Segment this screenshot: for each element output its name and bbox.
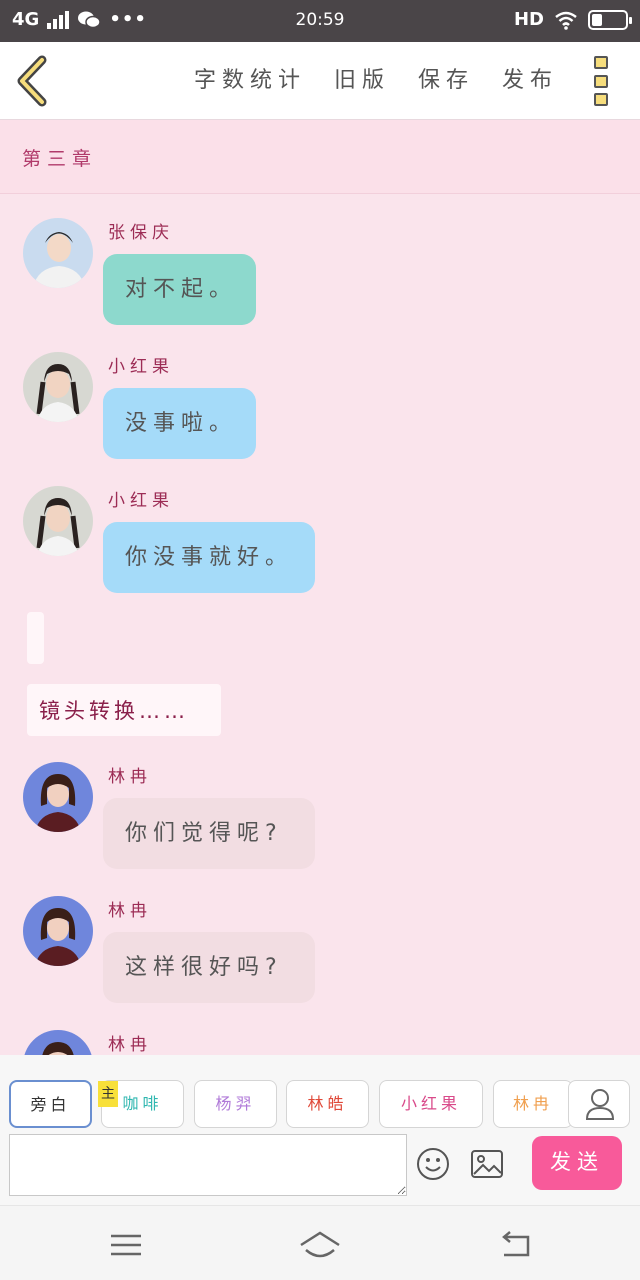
avatar[interactable] bbox=[23, 1030, 93, 1055]
character-manage-button[interactable] bbox=[568, 1080, 630, 1128]
publish-button[interactable]: 发布 bbox=[502, 62, 558, 94]
send-button[interactable]: 发送 bbox=[532, 1136, 622, 1190]
sender-name: 林冉 bbox=[108, 1035, 152, 1055]
message-bubble[interactable]: 对不起。 bbox=[103, 254, 256, 325]
character-chip-linhao[interactable]: 林皓 bbox=[286, 1080, 369, 1128]
home-icon bbox=[300, 1231, 340, 1258]
sender-name: 林冉 bbox=[108, 901, 152, 921]
message-input[interactable] bbox=[9, 1134, 407, 1196]
menu-icon bbox=[111, 1234, 141, 1256]
avatar-image bbox=[23, 218, 93, 288]
more-icon-dot bbox=[594, 74, 608, 88]
sender-name: 林冉 bbox=[108, 767, 152, 787]
avatar[interactable] bbox=[23, 352, 93, 422]
composer: 旁白 咖啡 主 杨羿 林皓 小红果 林冉 发送 bbox=[0, 1055, 640, 1205]
main-character-tag: 主 bbox=[98, 1081, 118, 1107]
system-nav-bar bbox=[0, 1205, 640, 1280]
message-bubble[interactable]: 你没事就好。 bbox=[103, 522, 315, 593]
message-bubble[interactable]: 你们觉得呢? bbox=[103, 798, 315, 869]
toolbar-actions: 字数统计 旧版 保存 发布 bbox=[194, 62, 558, 94]
status-bar: 4G ••• 20:59 HD bbox=[0, 0, 640, 42]
back-nav-button[interactable] bbox=[496, 1228, 536, 1262]
image-button[interactable] bbox=[470, 1149, 504, 1179]
back-arrow-icon bbox=[502, 1231, 530, 1257]
sender-name: 小红果 bbox=[108, 491, 174, 511]
save-button[interactable]: 保存 bbox=[418, 62, 474, 94]
avatar-image bbox=[23, 896, 93, 966]
avatar-image bbox=[23, 762, 93, 832]
back-button[interactable] bbox=[10, 54, 60, 108]
more-icon-dot bbox=[594, 93, 608, 106]
chapter-header[interactable]: 第三章 bbox=[0, 120, 640, 194]
character-chip-linran[interactable]: 林冉 bbox=[493, 1080, 573, 1128]
scene-marker-text: 镜头转换…… bbox=[39, 699, 189, 723]
status-right: HD bbox=[513, 9, 632, 30]
battery-icon bbox=[588, 9, 632, 30]
avatar[interactable] bbox=[23, 486, 93, 556]
message-bubble[interactable]: 没事啦。 bbox=[103, 388, 256, 459]
more-icon bbox=[594, 56, 608, 69]
scene-marker[interactable]: 镜头转换…… bbox=[27, 684, 221, 736]
word-count-button[interactable]: 字数统计 bbox=[194, 62, 306, 94]
character-chip-yang[interactable]: 杨羿 bbox=[194, 1080, 277, 1128]
sender-name: 张保庆 bbox=[108, 223, 174, 243]
avatar-image bbox=[23, 1030, 93, 1055]
avatar-image bbox=[23, 486, 93, 556]
wifi-icon bbox=[555, 11, 577, 30]
avatar[interactable] bbox=[23, 896, 93, 966]
avatar[interactable] bbox=[23, 762, 93, 832]
character-selector: 旁白 咖啡 主 杨羿 林皓 小红果 林冉 bbox=[0, 1055, 640, 1131]
character-chip-xiaohongguo[interactable]: 小红果 bbox=[379, 1080, 483, 1128]
home-nav-button[interactable] bbox=[298, 1228, 342, 1262]
more-button[interactable] bbox=[594, 56, 616, 106]
hd-label: HD bbox=[513, 9, 544, 30]
message-item[interactable]: 林冉 bbox=[0, 1030, 640, 1055]
editor-toolbar: 字数统计 旧版 保存 发布 bbox=[0, 42, 640, 120]
avatar[interactable] bbox=[23, 218, 93, 288]
emoji-icon bbox=[417, 1148, 449, 1180]
image-icon bbox=[471, 1150, 503, 1178]
sender-name: 小红果 bbox=[108, 357, 174, 377]
scene-divider bbox=[27, 612, 44, 664]
avatar-image bbox=[23, 352, 93, 422]
input-row: 发送 bbox=[0, 1131, 640, 1205]
chevron-left-icon bbox=[17, 55, 47, 107]
message-bubble[interactable]: 这样很好吗? bbox=[103, 932, 315, 1003]
user-icon bbox=[585, 1089, 615, 1120]
menu-nav-button[interactable] bbox=[106, 1228, 146, 1262]
chapter-title: 第三章 bbox=[22, 148, 98, 170]
character-chip-narrator[interactable]: 旁白 bbox=[9, 1080, 92, 1128]
emoji-button[interactable] bbox=[416, 1147, 450, 1181]
old-version-button[interactable]: 旧版 bbox=[334, 62, 390, 94]
